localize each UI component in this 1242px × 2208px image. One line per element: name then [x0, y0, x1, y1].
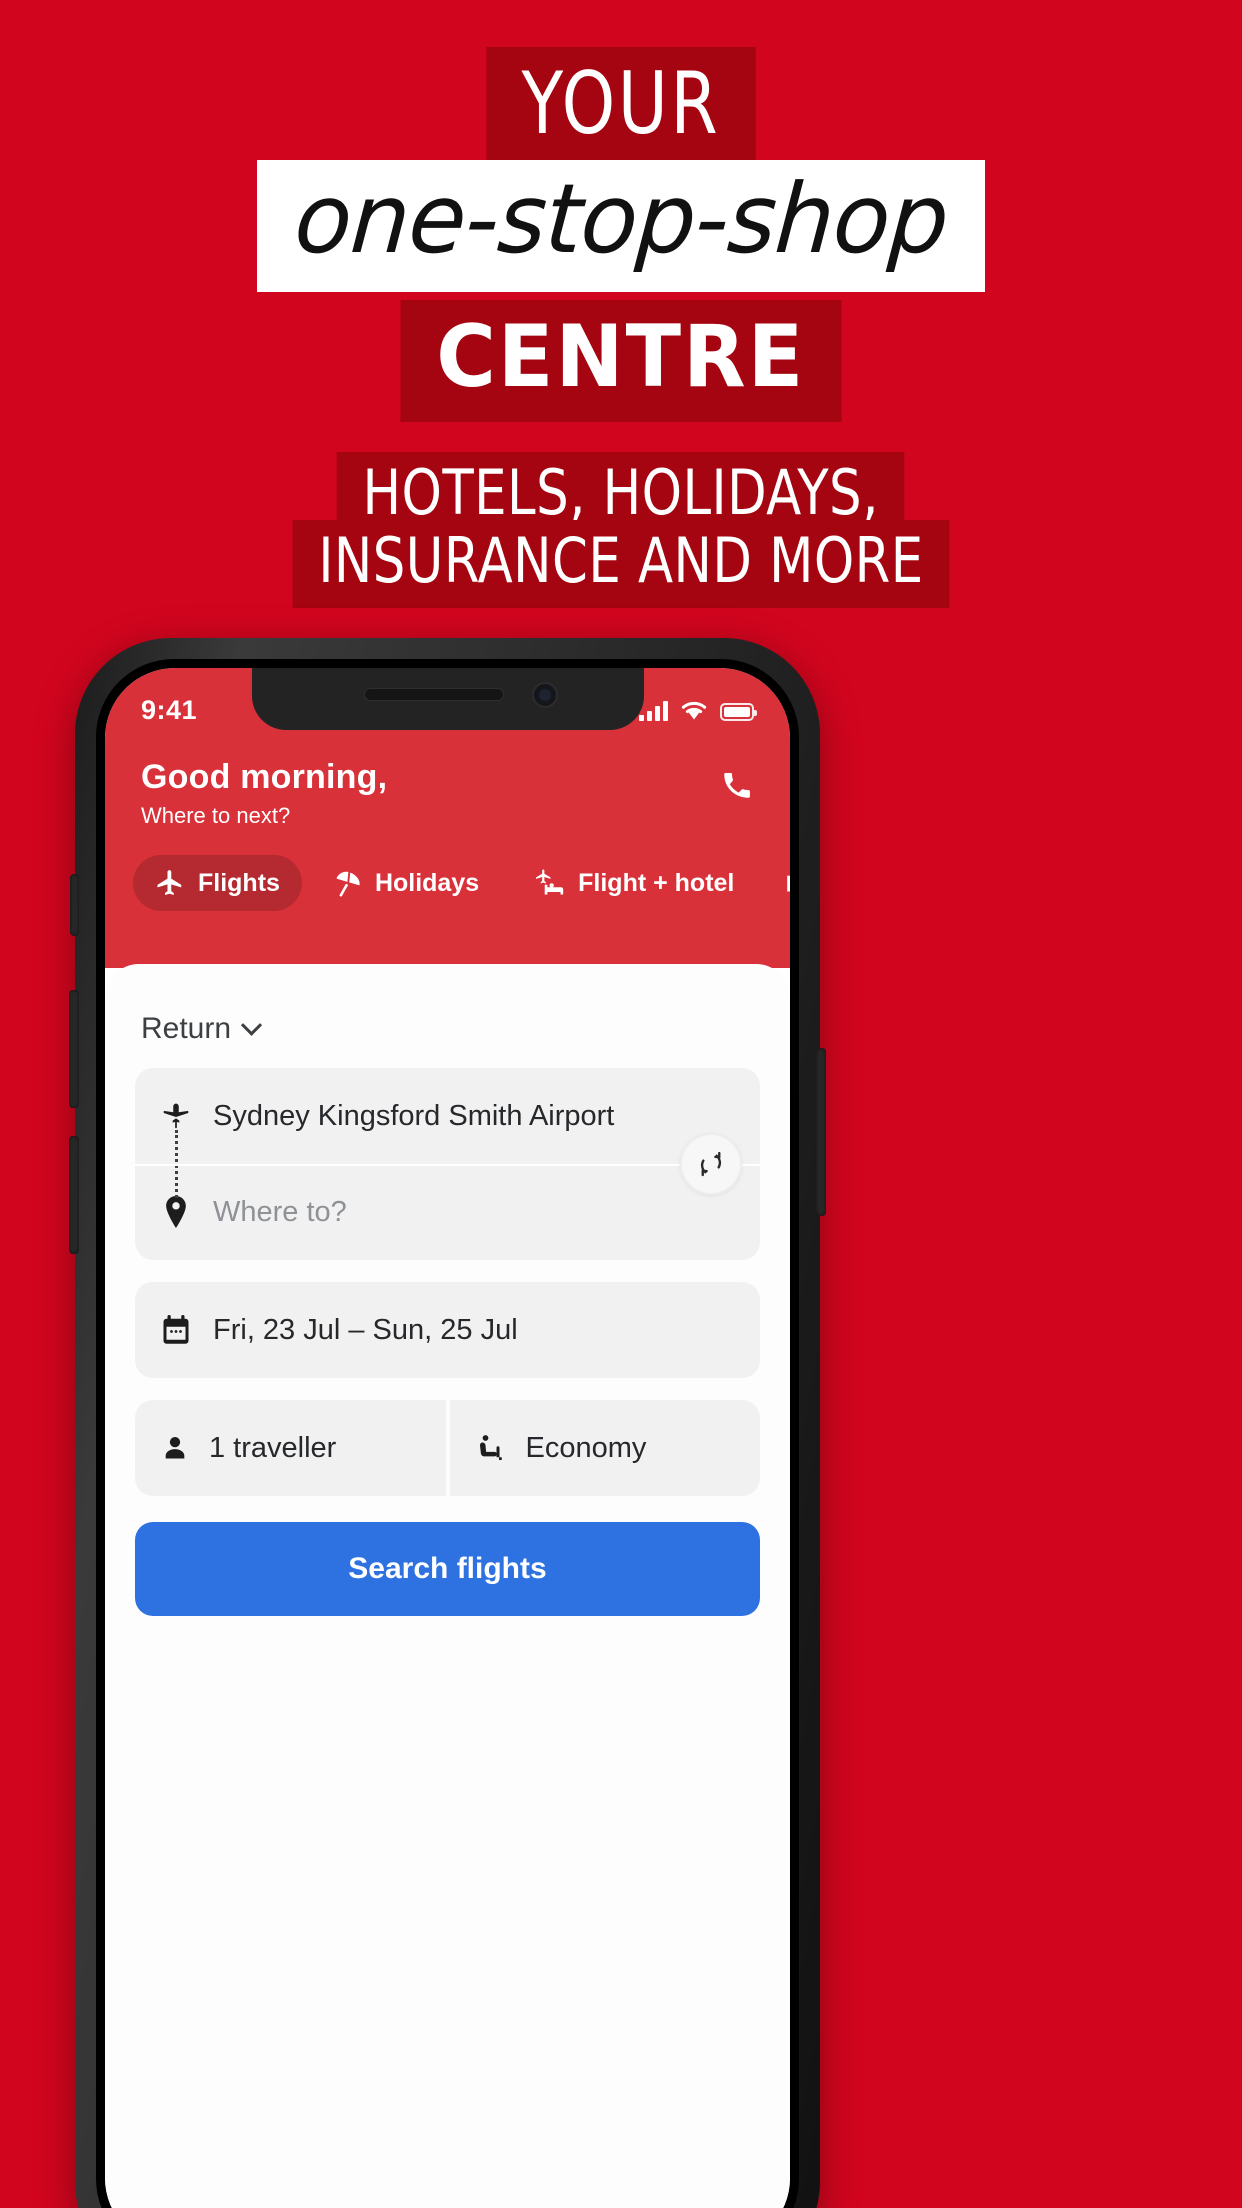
headline-line-1-row: YOUR [0, 47, 1242, 169]
cabin-class-value: Economy [525, 1431, 647, 1464]
headline-line-4b-row: INSURANCE AND MORE [0, 520, 1242, 608]
greeting-text-group: Good morning, Where to next? [141, 758, 387, 829]
headline-line-2-row: one-stop-shop [0, 160, 1242, 292]
person-icon [161, 1434, 189, 1462]
promo-headline: YOUR one-stop-shop CENTRE HOTELS, HOLIDA… [0, 0, 1242, 640]
origin-field[interactable]: Sydney Kingsford Smith Airport [135, 1068, 760, 1164]
calendar-icon [161, 1315, 191, 1345]
status-bar-time: 9:41 [141, 694, 198, 725]
tab-flight-hotel[interactable]: Flight + hotel [509, 855, 756, 911]
search-flights-button[interactable]: Search flights [135, 1522, 760, 1616]
date-field-group[interactable]: Fri, 23 Jul – Sun, 25 Jul [135, 1282, 760, 1378]
trip-type-selector[interactable]: Return [135, 1008, 265, 1068]
trip-type-label: Return [141, 1012, 232, 1045]
tab-flights[interactable]: Flights [133, 855, 302, 911]
phone-call-icon[interactable] [720, 768, 754, 802]
tab-flight-hotel-label: Flight + hotel [578, 868, 735, 897]
location-pin-icon [161, 1196, 191, 1228]
headline-line-3-row: CENTRE [0, 300, 1242, 422]
origin-value: Sydney Kingsford Smith Airport [213, 1099, 615, 1132]
headline-script-box: one-stop-shop [256, 160, 986, 292]
headline-insurance-and-more: INSURANCE AND MORE [292, 520, 950, 608]
greeting-title: Good morning, [141, 758, 388, 796]
phone-mockup: 9:41 Good morning, Where to next? Flight… [69, 638, 826, 2208]
greeting-block: Good morning, Where to next? [105, 730, 790, 829]
route-field-group: Sydney Kingsford Smith Airport Where to? [135, 1068, 760, 1260]
airline-seat-icon [476, 1433, 506, 1463]
phone-screen: 9:41 Good morning, Where to next? Flight… [105, 668, 790, 2208]
flight-hotel-icon [531, 868, 565, 898]
tab-holidays-label: Holidays [374, 868, 480, 897]
travellers-value: 1 traveller [209, 1431, 337, 1464]
earpiece-speaker-icon [363, 688, 504, 701]
airplane-takeoff-icon [161, 1101, 191, 1131]
destination-field[interactable]: Where to? [135, 1164, 760, 1260]
headline-centre: CENTRE [400, 300, 842, 422]
cabin-class-field[interactable]: Economy [449, 1400, 760, 1496]
greeting-subtitle: Where to next? [141, 803, 291, 828]
swap-refresh-icon[interactable] [680, 1133, 742, 1195]
phone-bezel: 9:41 Good morning, Where to next? Flight… [96, 659, 799, 2208]
route-divider [135, 1164, 760, 1166]
volume-down-button[interactable] [69, 1136, 79, 1254]
hotel-bed-icon [786, 868, 790, 898]
tab-hotels[interactable]: H [764, 855, 790, 911]
beach-umbrella-icon [332, 868, 362, 898]
traveller-class-row: 1 traveller Economy [135, 1400, 760, 1496]
destination-placeholder: Where to? [213, 1195, 347, 1228]
travellers-field[interactable]: 1 traveller [135, 1400, 446, 1496]
mute-switch-button[interactable] [70, 874, 79, 936]
front-camera-icon [531, 682, 558, 708]
power-button[interactable] [816, 1048, 826, 1216]
search-card: Return Sydney Kingsford Smith Airport Wh… [105, 964, 790, 2208]
tab-holidays[interactable]: Holidays [310, 855, 501, 911]
chevron-down-icon [240, 1014, 263, 1036]
tab-flights-label: Flights [198, 868, 280, 897]
date-range-value: Fri, 23 Jul – Sun, 25 Jul [213, 1313, 518, 1346]
wifi-icon [680, 700, 708, 721]
phone-notch [251, 668, 644, 730]
volume-up-button[interactable] [69, 990, 79, 1108]
category-tabs[interactable]: Flights Holidays Flight + hotel [105, 829, 790, 911]
headline-one-stop-shop: one-stop-shop [290, 163, 952, 275]
date-field[interactable]: Fri, 23 Jul – Sun, 25 Jul [135, 1282, 760, 1378]
headline-your: YOUR [486, 47, 756, 169]
status-bar-icons [639, 700, 757, 721]
battery-icon [720, 702, 757, 721]
cellular-signal-icon [639, 700, 668, 721]
airplane-icon [155, 868, 185, 898]
